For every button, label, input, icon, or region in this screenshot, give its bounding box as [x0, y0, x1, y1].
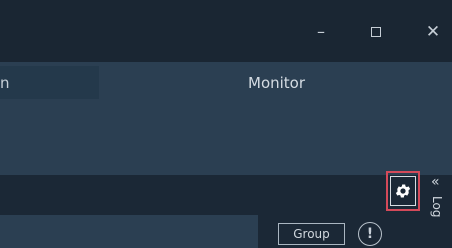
- tab-bar: n Monitor: [0, 62, 452, 101]
- close-button[interactable]: ✕: [423, 22, 443, 42]
- list-area: [0, 215, 258, 248]
- toolbar: [0, 175, 452, 215]
- log-tab-label: Log: [430, 196, 444, 218]
- gear-icon: [395, 184, 411, 198]
- content-panel: [0, 101, 452, 175]
- chevron-left-icon[interactable]: «: [431, 174, 439, 190]
- minimize-button[interactable]: –: [311, 22, 331, 42]
- settings-icon-frame: [390, 176, 416, 206]
- tab-left[interactable]: n: [0, 66, 99, 99]
- group-button[interactable]: Group: [278, 223, 345, 245]
- tab-left-label: n: [0, 74, 10, 92]
- maximize-button[interactable]: [366, 22, 386, 42]
- maximize-icon: [371, 27, 381, 37]
- settings-button[interactable]: [386, 171, 420, 211]
- tab-monitor[interactable]: Monitor: [238, 66, 328, 99]
- alert-icon[interactable]: !: [358, 222, 382, 246]
- tab-monitor-label: Monitor: [248, 74, 306, 92]
